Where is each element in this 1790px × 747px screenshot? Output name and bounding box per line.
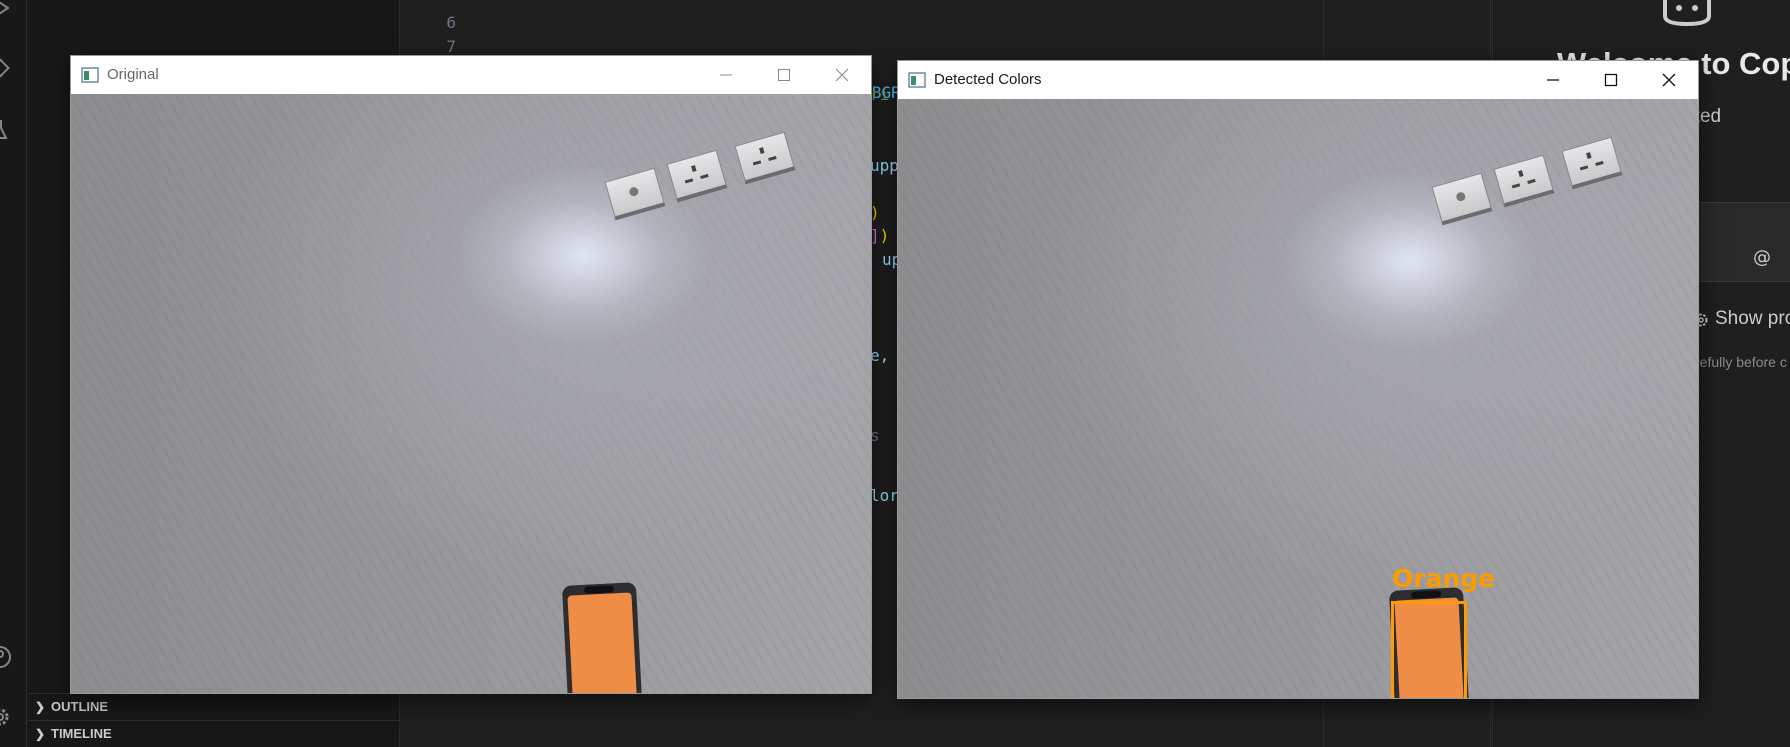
close-button[interactable] <box>813 56 871 94</box>
minimize-icon <box>1547 79 1559 81</box>
copilot-logo-icon <box>1661 0 1713 27</box>
chevron-right-icon: ❯ <box>35 699 46 714</box>
detection-label: Orange <box>1392 564 1496 593</box>
app-icon <box>908 72 926 88</box>
maximize-button[interactable] <box>1582 61 1640 99</box>
close-button[interactable] <box>1640 61 1698 99</box>
original-window-title: Original <box>107 66 159 83</box>
minimize-button[interactable] <box>697 56 755 94</box>
settings-gear-icon[interactable] <box>0 705 16 729</box>
detected-colors-window[interactable]: Detected Colors Orange <box>897 60 1699 699</box>
chevron-right-icon: ❯ <box>35 726 46 741</box>
close-icon <box>1662 73 1676 87</box>
outline-section-header[interactable]: ❯ OUTLINE <box>27 693 400 719</box>
copilot-note: refully before c <box>1695 354 1787 370</box>
floor-surface <box>71 94 871 693</box>
close-icon <box>835 68 849 82</box>
desktop: ❯ OUTLINE ❯ TIMELINE 6 7 def detect_colo… <box>0 0 1790 747</box>
code-line-6: 6 <box>400 0 1490 32</box>
testing-icon[interactable] <box>0 118 16 142</box>
code-fragment: upp <box>870 156 899 175</box>
minimize-icon <box>720 74 732 76</box>
outline-label: OUTLINE <box>51 699 109 714</box>
app-icon <box>81 67 99 83</box>
maximize-button[interactable] <box>755 56 813 94</box>
code-fragment: e, <box>870 346 890 365</box>
original-window[interactable]: Original <box>70 55 872 694</box>
extensions-icon[interactable] <box>0 58 16 82</box>
timeline-label: TIMELINE <box>51 726 112 741</box>
original-titlebar[interactable]: Original <box>71 56 871 94</box>
account-icon[interactable] <box>0 645 16 669</box>
code-fragment: ri <box>870 85 890 104</box>
show-project-button[interactable]: Show proj <box>1715 308 1790 330</box>
detected-titlebar[interactable]: Detected Colors <box>898 61 1698 99</box>
maximize-icon <box>1604 73 1618 87</box>
code-line-7: 7 def detect_color(frame): <box>400 12 1490 79</box>
code-fragment: ]) <box>870 226 890 245</box>
phone <box>561 582 643 693</box>
mention-button[interactable]: @ <box>1753 247 1771 268</box>
detected-camera-image: Orange <box>898 99 1698 698</box>
run-debug-icon[interactable] <box>0 0 16 20</box>
timeline-section-header[interactable]: ❯ TIMELINE <box>27 720 400 746</box>
activity-bar <box>0 0 27 747</box>
detection-bounding-box <box>1391 601 1467 698</box>
original-camera-image <box>71 94 871 693</box>
floor-surface <box>898 99 1698 698</box>
phone-screen <box>567 592 638 693</box>
detected-window-title: Detected Colors <box>934 71 1042 88</box>
minimize-button[interactable] <box>1524 61 1582 99</box>
maximize-icon <box>778 69 790 81</box>
